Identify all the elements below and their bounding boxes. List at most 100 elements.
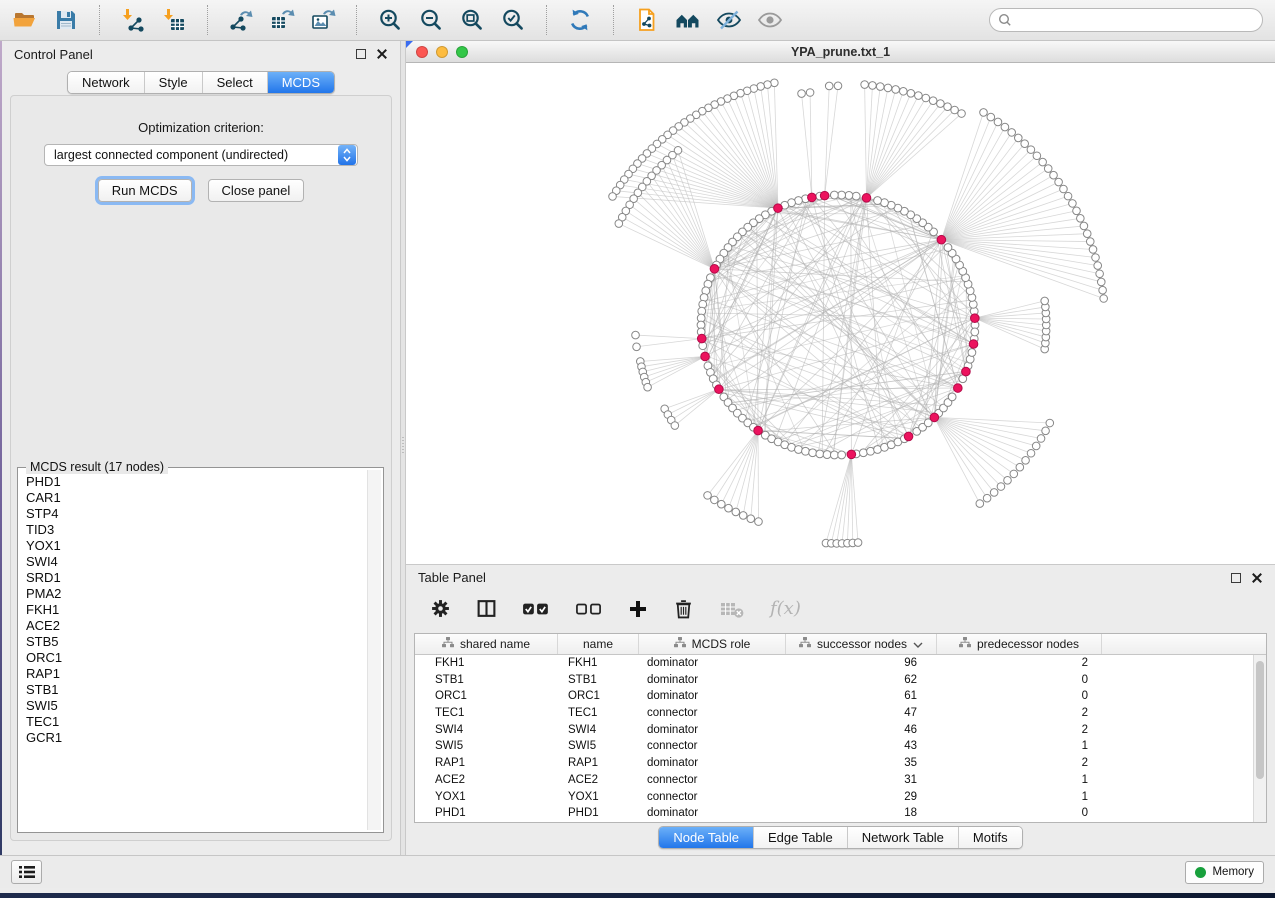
network-node[interactable] bbox=[1092, 254, 1100, 262]
result-list-item[interactable]: SWI4 bbox=[20, 554, 366, 570]
task-history-button[interactable] bbox=[11, 860, 42, 884]
network-node[interactable] bbox=[869, 82, 877, 90]
network-node[interactable] bbox=[633, 343, 641, 351]
new-network-from-selection-icon[interactable] bbox=[634, 7, 660, 33]
network-node[interactable] bbox=[838, 191, 846, 199]
result-list-item[interactable]: GCR1 bbox=[20, 730, 366, 746]
table-row[interactable]: TEC1TEC1connector472 bbox=[415, 705, 1266, 722]
network-node[interactable] bbox=[937, 100, 945, 108]
result-list-item[interactable]: SWI5 bbox=[20, 698, 366, 714]
result-list-item[interactable]: CAR1 bbox=[20, 490, 366, 506]
column-header-MCDS-role[interactable]: MCDS role bbox=[639, 634, 786, 654]
table-tab-motifs[interactable]: Motifs bbox=[958, 827, 1022, 848]
network-node[interactable] bbox=[609, 193, 617, 201]
mcds-hub-node[interactable] bbox=[697, 334, 706, 343]
mcds-hub-node[interactable] bbox=[962, 367, 971, 376]
network-node[interactable] bbox=[997, 483, 1005, 491]
float-table-panel-icon[interactable] bbox=[1231, 573, 1241, 583]
mcds-hub-node[interactable] bbox=[937, 235, 946, 244]
network-node[interactable] bbox=[971, 328, 979, 336]
tab-select[interactable]: Select bbox=[202, 72, 267, 93]
network-node[interactable] bbox=[907, 89, 915, 97]
network-node[interactable] bbox=[859, 449, 867, 457]
result-list-item[interactable]: YOX1 bbox=[20, 538, 366, 554]
network-node[interactable] bbox=[929, 97, 937, 105]
first-neighbors-icon[interactable] bbox=[675, 7, 701, 33]
run-mcds-button[interactable]: Run MCDS bbox=[98, 179, 192, 202]
result-list-item[interactable]: SRD1 bbox=[20, 570, 366, 586]
network-node[interactable] bbox=[1096, 270, 1104, 278]
result-list-item[interactable]: STB5 bbox=[20, 634, 366, 650]
mcds-hub-node[interactable] bbox=[847, 450, 856, 459]
divider-grip-icon[interactable] bbox=[402, 437, 404, 455]
unselect-all-checkboxes-icon[interactable] bbox=[575, 600, 603, 618]
float-panel-icon[interactable] bbox=[356, 49, 366, 59]
network-node[interactable] bbox=[802, 447, 810, 455]
network-node[interactable] bbox=[1086, 238, 1094, 246]
network-node[interactable] bbox=[976, 500, 984, 508]
table-scrollbar-thumb[interactable] bbox=[1256, 661, 1264, 779]
network-node[interactable] bbox=[704, 492, 712, 500]
network-node[interactable] bbox=[1004, 477, 1012, 485]
network-node[interactable] bbox=[816, 450, 824, 458]
mcds-hub-node[interactable] bbox=[701, 352, 710, 361]
table-row[interactable]: STB1STB1dominator620 bbox=[415, 672, 1266, 689]
delete-column-icon[interactable] bbox=[673, 598, 694, 619]
network-node[interactable] bbox=[644, 383, 652, 391]
result-list-item[interactable]: RAP1 bbox=[20, 666, 366, 682]
network-node[interactable] bbox=[892, 86, 900, 94]
network-node[interactable] bbox=[1037, 435, 1045, 443]
network-node[interactable] bbox=[1022, 457, 1030, 465]
mcds-hub-node[interactable] bbox=[930, 413, 939, 422]
network-node[interactable] bbox=[1069, 200, 1077, 208]
network-node[interactable] bbox=[852, 192, 860, 200]
open-session-icon[interactable] bbox=[12, 7, 38, 33]
network-node[interactable] bbox=[1077, 215, 1085, 223]
table-row[interactable]: YOX1YOX1connector291 bbox=[415, 789, 1266, 806]
mcds-hub-node[interactable] bbox=[969, 340, 978, 349]
mcds-result-scrollbar[interactable] bbox=[367, 470, 381, 830]
network-node[interactable] bbox=[1039, 158, 1047, 166]
network-node[interactable] bbox=[1055, 178, 1063, 186]
zoom-out-icon[interactable] bbox=[418, 7, 444, 33]
tab-mcds[interactable]: MCDS bbox=[267, 72, 334, 93]
optimization-criterion-dropdown[interactable]: largest connected component (undirected) bbox=[44, 144, 358, 166]
gear-icon[interactable] bbox=[430, 598, 451, 619]
network-node[interactable] bbox=[747, 515, 755, 523]
table-tab-edge-table[interactable]: Edge Table bbox=[753, 827, 847, 848]
network-node[interactable] bbox=[798, 90, 806, 98]
network-node[interactable] bbox=[755, 518, 763, 526]
mcds-hub-node[interactable] bbox=[971, 314, 980, 323]
network-node[interactable] bbox=[1032, 442, 1040, 450]
network-graph[interactable] bbox=[406, 63, 1275, 563]
export-table-icon[interactable] bbox=[269, 7, 295, 33]
result-list-item[interactable]: PMA2 bbox=[20, 586, 366, 602]
result-list-item[interactable]: ACE2 bbox=[20, 618, 366, 634]
save-session-icon[interactable] bbox=[53, 7, 79, 33]
network-node[interactable] bbox=[830, 451, 838, 459]
result-list-item[interactable]: TID3 bbox=[20, 522, 366, 538]
network-node[interactable] bbox=[1064, 192, 1072, 200]
import-table-icon[interactable] bbox=[161, 7, 187, 33]
network-node[interactable] bbox=[994, 118, 1002, 126]
mcds-hub-node[interactable] bbox=[904, 432, 913, 441]
network-canvas[interactable] bbox=[406, 63, 1275, 564]
network-node[interactable] bbox=[1097, 278, 1105, 286]
network-node[interactable] bbox=[671, 422, 679, 430]
table-tab-network-table[interactable]: Network Table bbox=[847, 827, 958, 848]
add-column-icon[interactable] bbox=[628, 599, 648, 619]
network-node[interactable] bbox=[968, 349, 976, 357]
network-node[interactable] bbox=[980, 109, 988, 117]
network-node[interactable] bbox=[1050, 171, 1058, 179]
network-node[interactable] bbox=[1010, 470, 1018, 478]
import-network-icon[interactable] bbox=[120, 7, 146, 33]
network-node[interactable] bbox=[632, 331, 640, 339]
network-node[interactable] bbox=[1014, 134, 1022, 142]
apply-layout-icon[interactable] bbox=[567, 7, 593, 33]
table-row[interactable]: ACE2ACE2connector311 bbox=[415, 772, 1266, 789]
network-node[interactable] bbox=[771, 79, 779, 87]
table-row[interactable]: ORC1ORC1dominator610 bbox=[415, 688, 1266, 705]
network-node[interactable] bbox=[838, 451, 846, 459]
mcds-hub-node[interactable] bbox=[820, 191, 829, 200]
zoom-selected-icon[interactable] bbox=[500, 7, 526, 33]
